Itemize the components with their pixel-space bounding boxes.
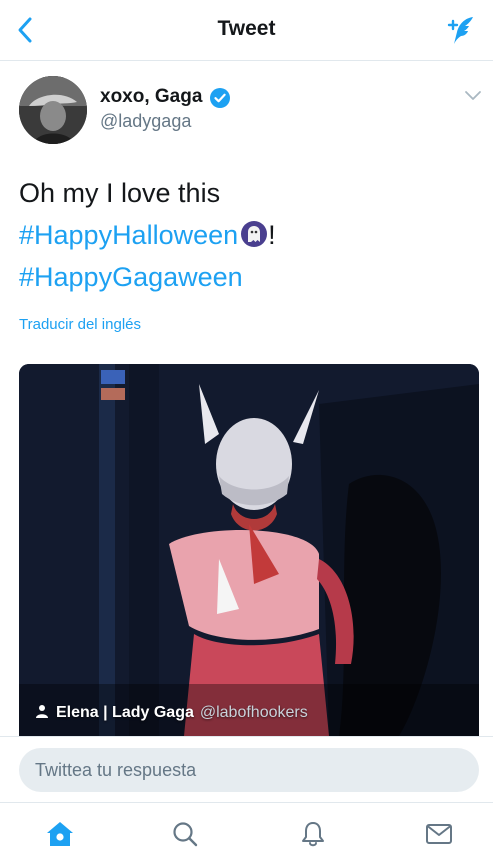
author-handle[interactable]: @ladygaga: [100, 111, 191, 132]
home-icon[interactable]: [45, 819, 75, 849]
hashtag-link[interactable]: #HappyHalloween: [19, 220, 238, 250]
page-title: Tweet: [217, 17, 276, 40]
tweet-photo: [19, 364, 479, 736]
tweet-text-line: #HappyHalloween!: [19, 214, 479, 256]
search-icon[interactable]: [170, 819, 200, 849]
compose-tweet-button[interactable]: [443, 12, 479, 48]
reply-bar: [0, 736, 493, 803]
chevron-down-icon[interactable]: [463, 89, 483, 103]
messages-envelope-icon[interactable]: [424, 819, 454, 849]
tweet-text-punctuation: !: [268, 220, 276, 250]
tweet-media[interactable]: Elena | Lady Gaga @labofhookers: [19, 364, 479, 736]
reply-input[interactable]: [19, 748, 479, 792]
hashtag-link[interactable]: #HappyGagaween: [19, 262, 243, 292]
tag-user-icon: [36, 705, 48, 718]
tweet-text: Oh my I love this #HappyHalloween! #Happ…: [19, 172, 479, 298]
tweet-text-line: Oh my I love this: [19, 178, 221, 208]
compose-feather-icon: [447, 17, 473, 44]
verified-badge-icon: [210, 88, 230, 108]
avatar[interactable]: [19, 76, 87, 144]
translate-link[interactable]: Traducir del inglés: [19, 316, 141, 333]
tweet-text-line: #HappyGagaween: [19, 256, 479, 298]
ghost-emoji-icon: [241, 221, 268, 247]
profile-photo: [19, 76, 87, 144]
attribution-name: Elena | Lady Gaga: [56, 704, 194, 721]
notifications-bell-icon[interactable]: [298, 819, 328, 849]
attribution-handle: @labofhookers: [199, 704, 308, 721]
author-name[interactable]: xoxo, Gaga: [100, 86, 202, 108]
top-bar: Tweet: [0, 0, 493, 61]
media-attribution[interactable]: Elena | Lady Gaga @labofhookers: [34, 703, 308, 722]
bottom-tab-bar: [0, 802, 493, 858]
